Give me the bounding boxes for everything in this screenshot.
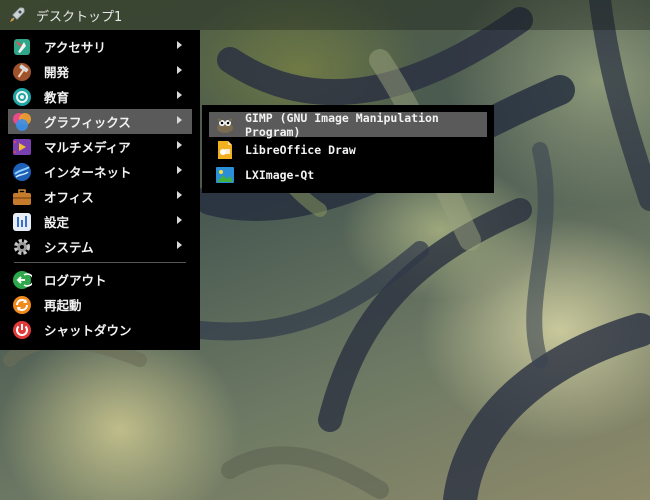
menu-item-label: 再起動 [44, 298, 82, 313]
menu-item-graphics[interactable]: グラフィックス [8, 109, 192, 134]
rocket-icon[interactable] [6, 4, 28, 26]
menu-item-label: インターネット [44, 165, 132, 180]
multimedia-icon [12, 137, 32, 157]
menu-item-internet[interactable]: インターネット [8, 159, 192, 184]
menu-item-reboot[interactable]: 再起動 [8, 292, 192, 317]
desktop-title[interactable]: デスクトップ1 [36, 6, 122, 25]
office-briefcase-icon [12, 187, 32, 207]
submenu-arrow-icon [177, 41, 182, 49]
system-gear-icon [12, 237, 32, 257]
internet-globe-icon [12, 162, 32, 182]
menu-item-logout[interactable]: ログアウト [8, 267, 192, 292]
submenu-item-label: LibreOffice Draw [245, 142, 356, 157]
menu-item-system[interactable]: システム [8, 234, 192, 259]
menu-item-label: 開発 [44, 65, 70, 80]
menu-item-label: オフィス [44, 190, 94, 205]
shutdown-icon [12, 320, 32, 340]
submenu-arrow-icon [177, 116, 182, 124]
libreoffice-draw-icon [215, 140, 235, 160]
application-menu: アクセサリ 開発 教育 グラフィックス マルチメディア インターネット オフィス… [0, 30, 200, 350]
menu-item-label: システム [44, 240, 94, 255]
menu-item-development[interactable]: 開発 [8, 59, 192, 84]
submenu-arrow-icon [177, 166, 182, 174]
accessories-icon [12, 37, 32, 57]
menu-item-accessories[interactable]: アクセサリ [8, 34, 192, 59]
graphics-submenu: GIMP (GNU Image Manipulation Program) Li… [202, 105, 494, 193]
menu-separator [14, 262, 186, 263]
submenu-item-libreoffice-draw[interactable]: LibreOffice Draw [209, 137, 487, 162]
menu-item-label: アクセサリ [44, 40, 106, 55]
logout-icon [12, 270, 32, 290]
menu-item-shutdown[interactable]: シャットダウン [8, 317, 192, 342]
gimp-icon [215, 115, 235, 135]
menu-item-multimedia[interactable]: マルチメディア [8, 134, 192, 159]
submenu-arrow-icon [177, 241, 182, 249]
submenu-item-label: GIMP (GNU Image Manipulation Program) [245, 110, 439, 139]
development-hammer-icon [12, 62, 32, 82]
graphics-icon [12, 112, 32, 132]
menu-item-label: グラフィックス [44, 115, 131, 130]
menu-item-label: マルチメディア [44, 140, 131, 155]
settings-icon [12, 212, 32, 232]
menu-item-office[interactable]: オフィス [8, 184, 192, 209]
submenu-item-lximage-qt[interactable]: LXImage-Qt [209, 162, 487, 187]
submenu-item-gimp[interactable]: GIMP (GNU Image Manipulation Program) [209, 110, 487, 139]
lximage-qt-icon [215, 165, 235, 185]
menu-item-label: シャットダウン [44, 323, 132, 338]
submenu-arrow-icon [177, 191, 182, 199]
submenu-arrow-icon [177, 91, 182, 99]
menu-item-label: ログアウト [44, 273, 107, 288]
menu-item-education[interactable]: 教育 [8, 84, 192, 109]
menu-item-label: 設定 [44, 215, 70, 230]
submenu-item-label: LXImage-Qt [245, 167, 315, 182]
submenu-arrow-icon [177, 141, 182, 149]
top-panel: デスクトップ1 [0, 0, 650, 30]
education-icon [12, 87, 32, 107]
menu-item-label: 教育 [44, 90, 70, 105]
submenu-arrow-icon [177, 66, 182, 74]
submenu-arrow-icon [177, 216, 182, 224]
reboot-icon [12, 295, 32, 315]
menu-item-settings[interactable]: 設定 [8, 209, 192, 234]
